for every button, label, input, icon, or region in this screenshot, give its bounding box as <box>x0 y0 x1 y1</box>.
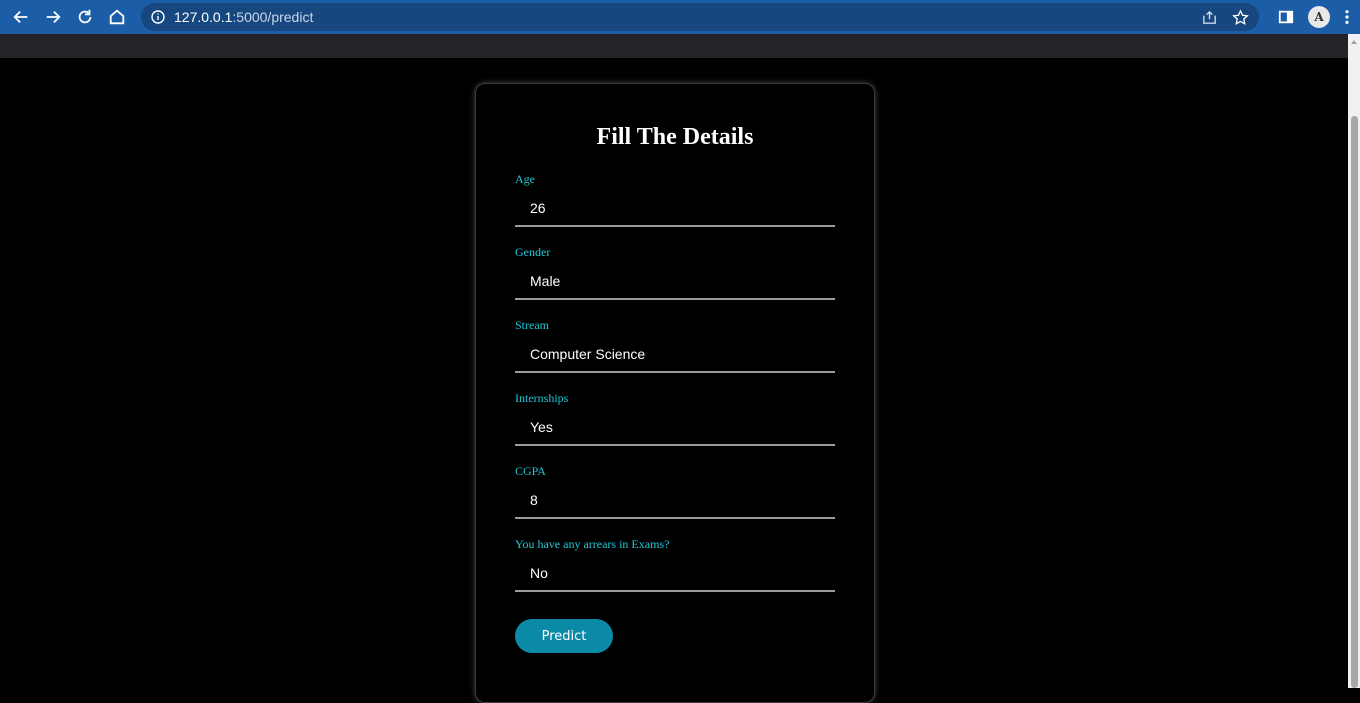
internships-input[interactable]: Yes <box>515 408 835 446</box>
side-panel-icon[interactable] <box>1278 9 1294 25</box>
back-arrow-icon <box>13 10 28 24</box>
reload-icon <box>78 9 92 24</box>
internships-label: Internships <box>515 391 569 405</box>
address-bar[interactable]: 127.0.0.1:5000/predict <box>141 3 1259 31</box>
arrears-field: You have any arrears in Exams? No <box>515 537 835 610</box>
scrollbar-thumb[interactable] <box>1351 116 1358 688</box>
site-info-icon[interactable] <box>150 9 166 25</box>
profile-avatar[interactable]: A <box>1308 6 1330 28</box>
form-title: Fill The Details <box>596 124 754 150</box>
stream-label: Stream <box>515 318 549 332</box>
age-field: Age 26 <box>515 172 835 245</box>
home-button[interactable] <box>101 0 133 34</box>
scroll-up-arrow-icon[interactable] <box>1351 40 1357 44</box>
avatar-initial: A <box>1314 10 1324 24</box>
cgpa-field: CGPA 8 <box>515 464 835 537</box>
cgpa-label: CGPA <box>515 464 546 478</box>
browser-toolbar: 127.0.0.1:5000/predict A <box>0 0 1360 34</box>
internships-field: Internships Yes <box>515 391 835 464</box>
menu-kebab-icon[interactable] <box>1344 9 1350 25</box>
home-icon <box>109 9 125 25</box>
forward-button[interactable] <box>37 0 69 34</box>
details-form-card: Fill The Details Age 26 Gender Male Stre… <box>475 83 875 703</box>
arrears-input[interactable]: No <box>515 554 835 592</box>
url-host: 127.0.0.1 <box>174 9 233 25</box>
gender-input[interactable]: Male <box>515 262 835 300</box>
reload-button[interactable] <box>69 0 101 34</box>
age-label: Age <box>515 172 535 186</box>
url-text[interactable]: 127.0.0.1:5000/predict <box>174 9 313 25</box>
age-input[interactable]: 26 <box>515 189 835 227</box>
bookmark-star-icon[interactable] <box>1232 8 1249 26</box>
share-icon[interactable] <box>1201 9 1218 26</box>
page-header-strip <box>0 34 1348 58</box>
forward-arrow-icon <box>46 10 61 24</box>
stream-field: Stream Computer Science <box>515 318 835 391</box>
predict-button[interactable]: Predict <box>515 619 613 653</box>
url-path: :5000/predict <box>232 9 314 25</box>
cgpa-input[interactable]: 8 <box>515 481 835 519</box>
arrears-label: You have any arrears in Exams? <box>515 537 670 551</box>
gender-label: Gender <box>515 245 551 259</box>
gender-field: Gender Male <box>515 245 835 318</box>
back-button[interactable] <box>5 0 37 34</box>
stream-input[interactable]: Computer Science <box>515 335 835 373</box>
